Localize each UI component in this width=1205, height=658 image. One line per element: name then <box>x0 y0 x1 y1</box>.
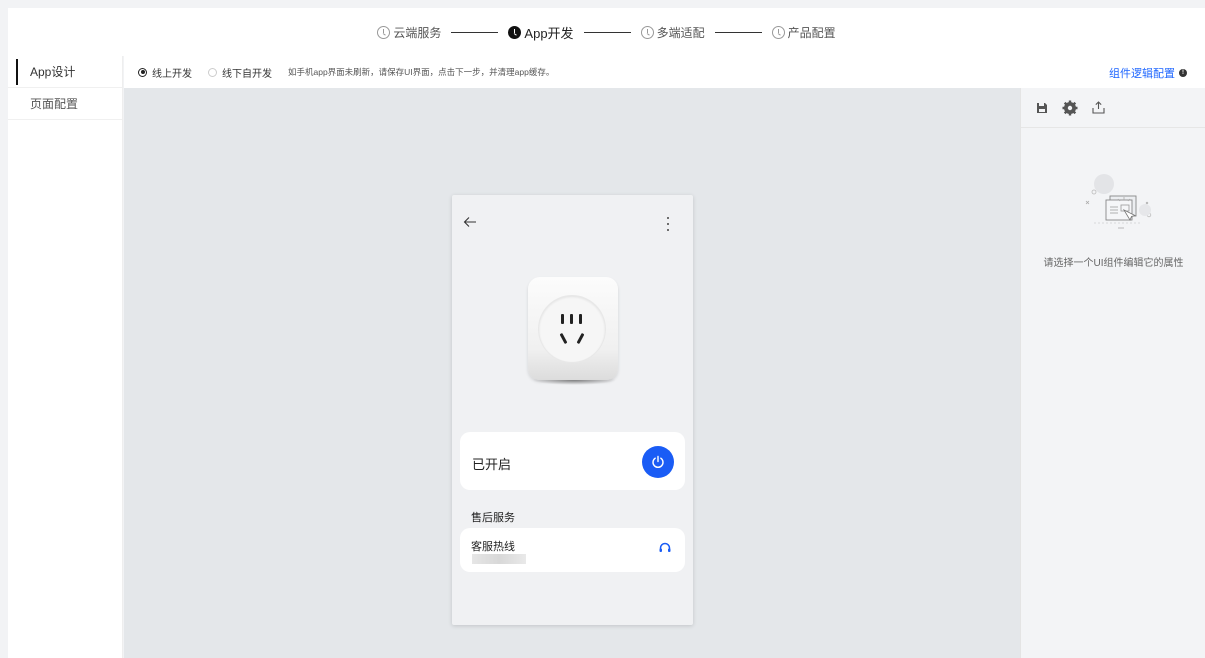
logic-link-label: 组件逻辑配置 <box>1109 68 1175 80</box>
step-app-development[interactable]: App开发 <box>508 23 574 42</box>
property-toolbar <box>1021 88 1205 128</box>
more-icon[interactable] <box>666 217 670 231</box>
after-sales-title: 售后服务 <box>471 512 515 524</box>
empty-state-illustration <box>1021 170 1205 245</box>
clock-icon <box>771 25 785 39</box>
property-panel: 请选择一个UI组件编辑它的属性 <box>1020 88 1205 658</box>
clock-icon <box>640 25 654 39</box>
info-icon[interactable]: ! <box>1179 69 1187 77</box>
mode-toolbar: 线上开发 线下自开发 如手机app界面未刷新，请保存UI界面，点击下一步，并清理… <box>124 56 1205 88</box>
hotline-card[interactable]: 客服热线 <box>460 528 685 572</box>
headset-icon[interactable] <box>658 541 672 555</box>
online-dev-label: 线上开发 <box>152 68 192 80</box>
settings-icon[interactable] <box>1062 100 1078 116</box>
step-connector <box>714 31 762 33</box>
power-status-label: 已开启 <box>472 457 512 472</box>
design-canvas: 已开启 售后服务 客服热线 <box>124 88 1020 658</box>
hotline-number-blurred <box>472 554 526 564</box>
step-connector <box>583 31 631 33</box>
left-navigation: App设计 页面配置 <box>8 56 123 658</box>
power-icon <box>652 455 664 469</box>
power-toggle-button[interactable] <box>642 446 674 478</box>
radio-unchecked-icon <box>208 67 217 77</box>
step-label: App开发 <box>524 25 574 41</box>
save-icon[interactable] <box>1036 102 1048 114</box>
step-product-config[interactable]: 产品配置 <box>771 24 836 41</box>
empty-state-text: 请选择一个UI组件编辑它的属性 <box>1043 258 1184 269</box>
clock-icon <box>508 25 522 39</box>
step-cloud-service[interactable]: 云端服务 <box>377 24 441 41</box>
back-arrow-icon[interactable] <box>463 215 477 231</box>
offline-dev-radio[interactable]: 线下自开发 <box>208 65 272 80</box>
refresh-hint: 如手机app界面未刷新，请保存UI界面，点击下一步，并清理app缓存。 <box>288 67 555 77</box>
phone-preview: 已开启 售后服务 客服热线 <box>452 195 693 625</box>
step-label: 产品配置 <box>787 25 836 40</box>
nav-item-app-design[interactable]: App设计 <box>8 56 122 88</box>
step-progress-bar: 云端服务 App开发 多端适配 产品配置 <box>8 8 1205 56</box>
export-icon[interactable] <box>1092 101 1105 114</box>
online-dev-radio[interactable]: 线上开发 <box>138 65 192 80</box>
step-multi-platform[interactable]: 多端适配 <box>640 24 705 41</box>
power-status-card: 已开启 <box>460 432 685 490</box>
smart-socket-image <box>526 277 620 387</box>
radio-checked-icon <box>138 67 147 77</box>
step-label: 多端适配 <box>656 25 705 40</box>
hotline-label: 客服热线 <box>471 541 515 553</box>
offline-dev-label: 线下自开发 <box>222 68 272 80</box>
component-logic-config-link[interactable]: 组件逻辑配置 ! <box>1109 65 1187 81</box>
clock-icon <box>377 25 391 39</box>
nav-item-page-config[interactable]: 页面配置 <box>8 88 122 120</box>
step-connector <box>451 31 499 33</box>
step-label: 云端服务 <box>393 25 442 40</box>
